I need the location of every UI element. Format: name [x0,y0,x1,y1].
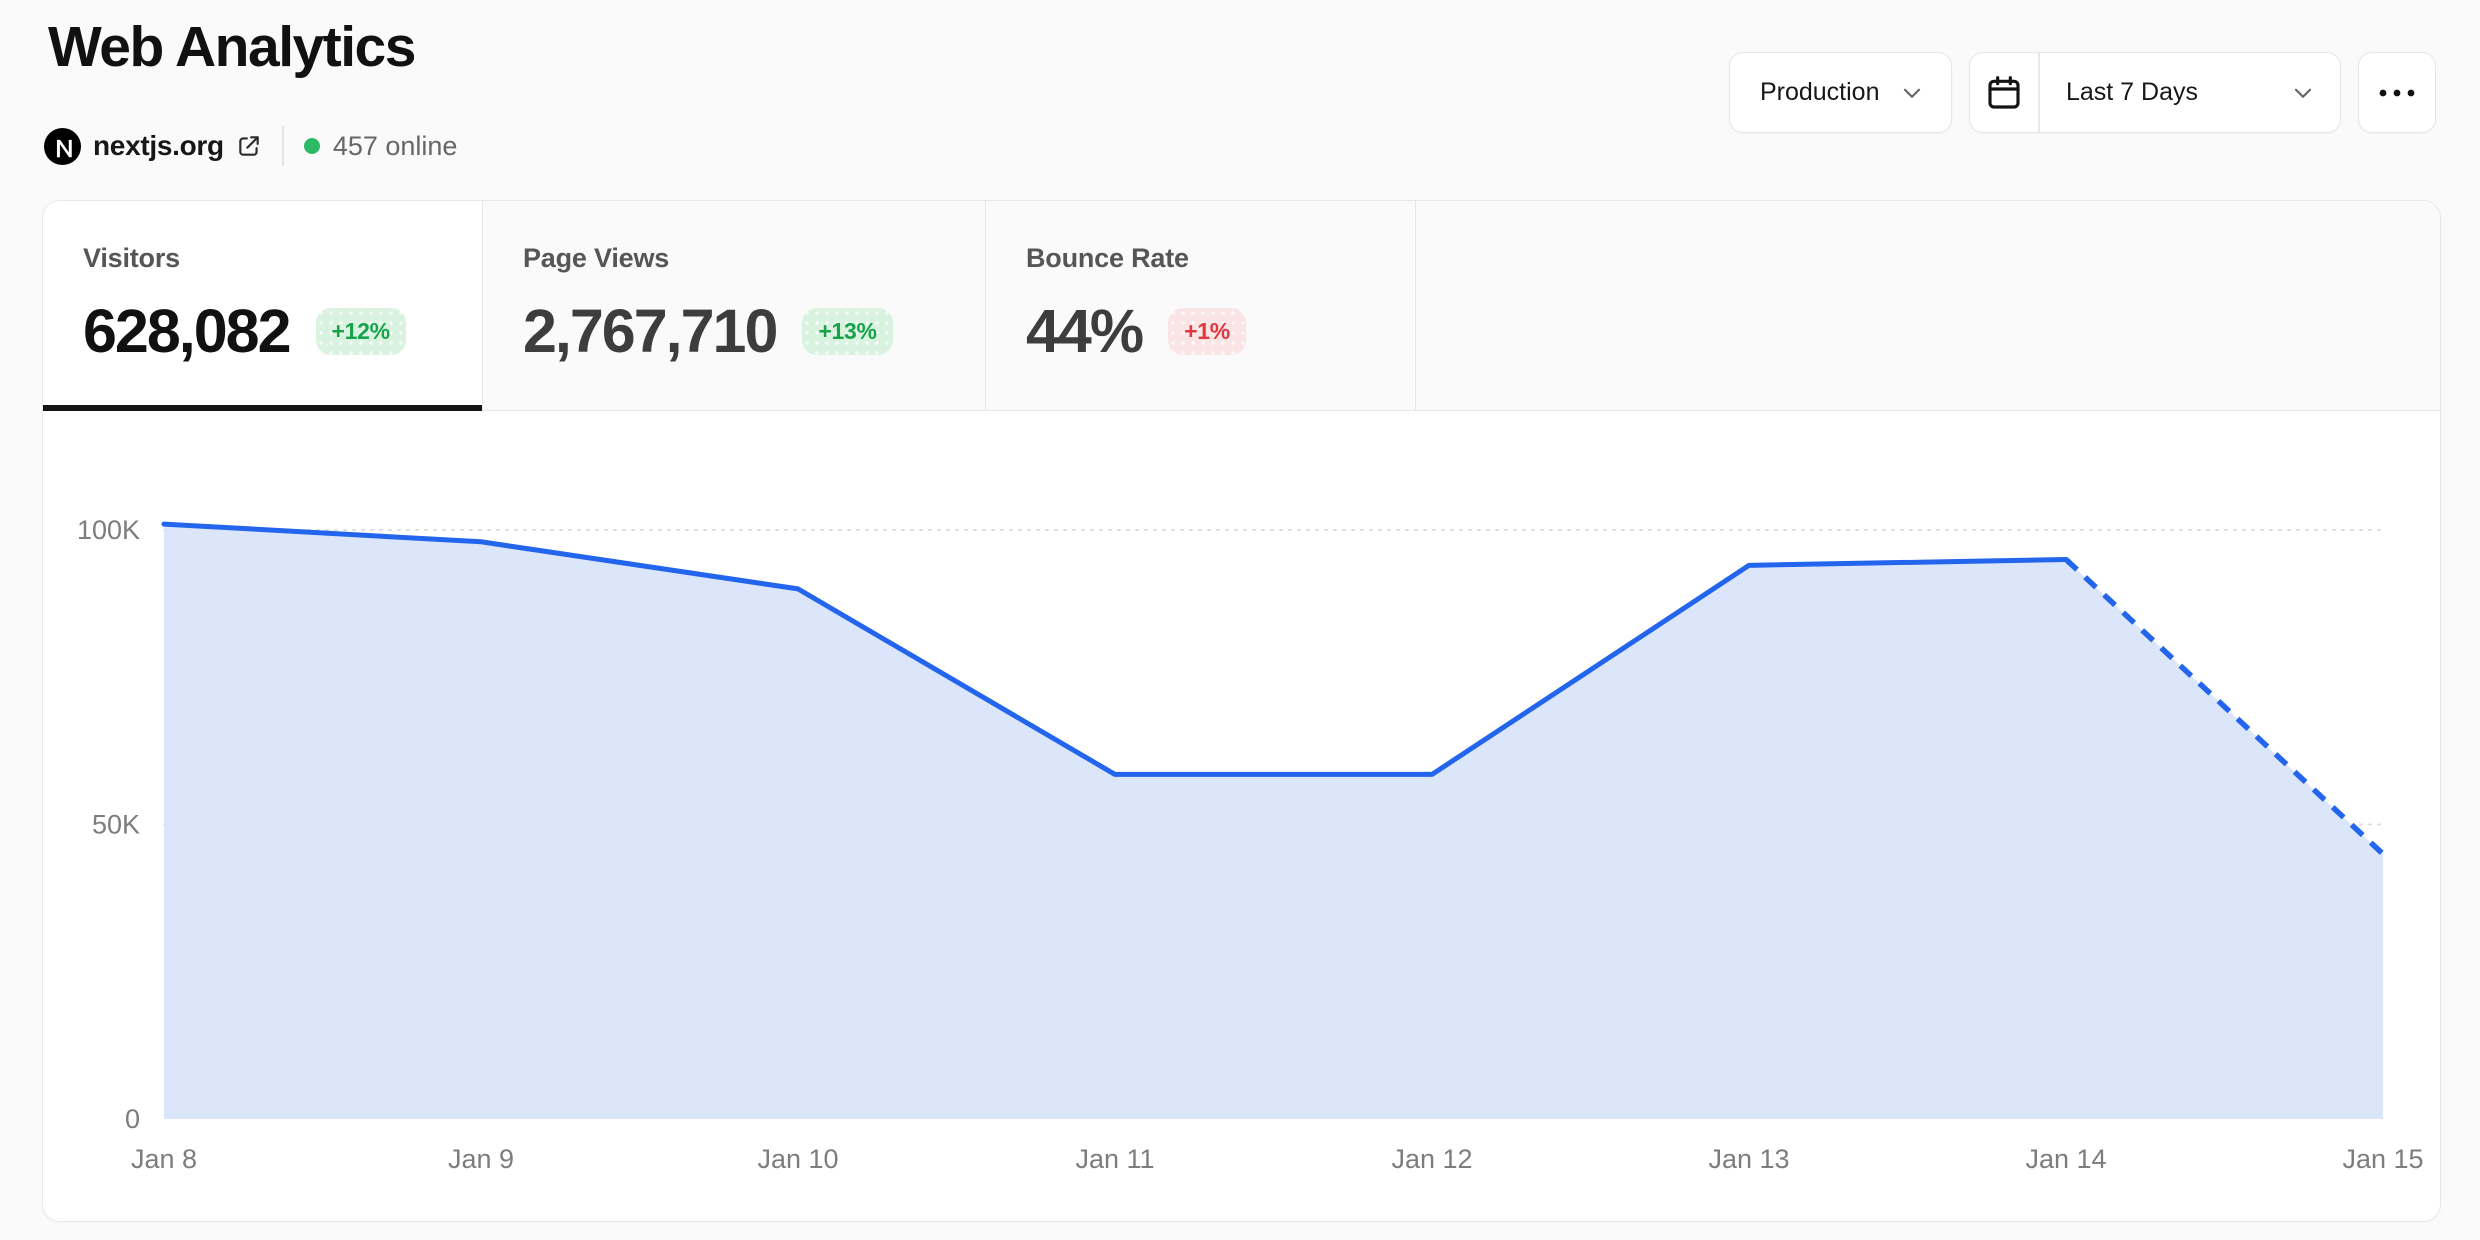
x-axis-tick: Jan 14 [2025,1144,2106,1174]
external-link-icon [236,133,262,159]
y-axis-tick: 0 [125,1104,140,1134]
x-axis-tick: Jan 13 [1708,1144,1789,1174]
tab-bounce-rate[interactable]: Bounce Rate 44% +1% [986,201,1416,410]
stat-label: Bounce Rate [1026,243,1415,274]
stat-delta-badge: +12% [316,308,406,355]
site-info-row: nextjs.org 457 online [44,126,457,166]
y-axis-tick: 50K [92,810,140,840]
online-status: 457 online [304,131,458,162]
y-axis-tick: 100K [77,515,140,545]
environment-label: Production [1760,78,1880,107]
tab-visitors[interactable]: Visitors 628,082 +12% [43,201,483,410]
chevron-down-icon [2290,80,2316,106]
site-domain: nextjs.org [93,130,224,162]
header-divider [282,126,284,166]
stat-value: 44% [1026,296,1142,366]
calendar-button[interactable] [1970,53,2038,132]
stat-label: Page Views [523,243,985,274]
stat-delta-badge: +13% [802,308,892,355]
x-axis-tick: Jan 12 [1391,1144,1472,1174]
header: Web Analytics nextjs.org 457 online [0,0,2480,200]
x-axis-tick: Jan 11 [1075,1144,1154,1174]
analytics-panel: Visitors 628,082 +12% Page Views 2,767,7… [42,200,2441,1222]
tab-page-views[interactable]: Page Views 2,767,710 +13% [483,201,986,410]
visitors-chart-svg: 100K 50K 0 Jan 8 Jan 9 Jan 10 Jan 11 Jan 12 Jan … [43,411,2439,1221]
tabs-filler [1416,201,2440,410]
stat-label: Visitors [83,243,482,274]
web-analytics-page: Web Analytics nextjs.org 457 online [0,0,2480,1240]
nextjs-logo-icon [44,128,81,165]
date-range-dropdown[interactable]: Last 7 Days [2040,78,2340,107]
x-axis-tick: Jan 15 [2342,1144,2423,1174]
stat-delta-badge: +1% [1168,308,1246,355]
environment-dropdown[interactable]: Production [1729,52,1953,133]
stat-value: 2,767,710 [523,296,776,366]
site-domain-link[interactable]: nextjs.org [93,130,262,162]
x-axis-tick: Jan 9 [448,1144,514,1174]
x-axis-tick: Jan 10 [757,1144,838,1174]
date-range-label: Last 7 Days [2066,78,2198,107]
page-title: Web Analytics [48,14,415,80]
ellipsis-icon [2378,88,2416,98]
online-status-dot [304,138,320,154]
date-range-control[interactable]: Last 7 Days [1969,52,2341,133]
online-count: 457 online [333,131,458,162]
more-options-button[interactable] [2358,52,2436,133]
visitors-chart: 100K 50K 0 Jan 8 Jan 9 Jan 10 Jan 11 Jan 12 Jan … [43,411,2440,1221]
x-axis-tick: Jan 8 [131,1144,197,1174]
calendar-icon [1984,73,2024,113]
chevron-down-icon [1899,80,1925,106]
header-controls: Production Last 7 Days [1729,52,2436,133]
stat-value: 628,082 [83,296,290,366]
chart-area-fill [164,524,2383,1119]
stats-tabs: Visitors 628,082 +12% Page Views 2,767,7… [43,201,2440,411]
